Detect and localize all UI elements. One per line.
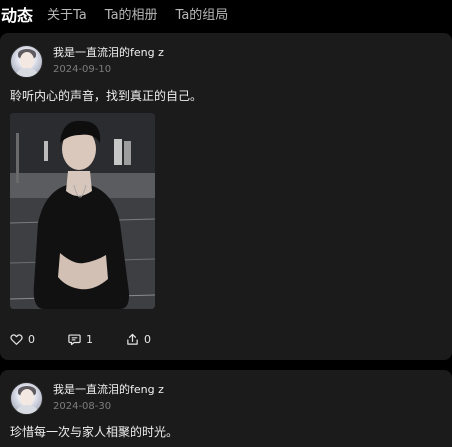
like-action[interactable]: 0 <box>10 333 68 346</box>
post-header: 我是一直流泪的feng z 2024-09-10 <box>10 43 164 79</box>
tab-moments[interactable]: 动态 <box>0 6 33 26</box>
profile-page: 动态 关于Ta Ta的相册 Ta的组局 我是一直流泪的feng z 2024-0… <box>0 0 452 447</box>
username[interactable]: 我是一直流泪的feng z <box>53 45 164 60</box>
post-photo[interactable] <box>10 113 155 309</box>
post-actions: 0 1 0 <box>10 331 184 347</box>
share-icon <box>127 333 138 345</box>
tab-album[interactable]: Ta的相册 <box>105 6 158 26</box>
comment-icon <box>68 333 81 345</box>
post-meta: 我是一直流泪的feng z 2024-09-10 <box>53 45 164 77</box>
avatar[interactable] <box>10 44 43 78</box>
post-meta: 我是一直流泪的feng z 2024-08-30 <box>53 382 164 414</box>
post-date: 2024-08-30 <box>53 401 112 412</box>
avatar-face <box>20 388 34 406</box>
like-count: 0 <box>28 332 35 346</box>
avatar-face <box>20 51 34 69</box>
comment-action[interactable]: 1 <box>68 333 126 346</box>
share-action[interactable]: 0 <box>126 333 184 346</box>
post-card[interactable]: 我是一直流泪的feng z 2024-08-30 珍惜每一次与家人相聚的时光。 <box>0 370 452 447</box>
post-card[interactable]: 我是一直流泪的feng z 2024-09-10 聆听内心的声音，找到真正的自己… <box>0 33 452 360</box>
avatar[interactable] <box>10 381 43 415</box>
photo-image <box>10 113 155 309</box>
share-count: 0 <box>144 332 151 346</box>
profile-tabs: 动态 关于Ta Ta的相册 Ta的组局 <box>0 0 452 26</box>
tab-groups[interactable]: Ta的组局 <box>176 6 229 26</box>
username[interactable]: 我是一直流泪的feng z <box>53 382 164 397</box>
tab-about[interactable]: 关于Ta <box>47 6 87 26</box>
avatar-body <box>16 404 38 414</box>
heart-icon <box>10 333 23 345</box>
avatar-body <box>16 67 38 77</box>
post-text: 聆听内心的声音，找到真正的自己。 <box>10 89 203 103</box>
post-text: 珍惜每一次与家人相聚的时光。 <box>10 425 179 439</box>
post-header: 我是一直流泪的feng z 2024-08-30 <box>10 380 164 416</box>
comment-count: 1 <box>86 332 93 346</box>
post-date: 2024-09-10 <box>53 64 112 75</box>
